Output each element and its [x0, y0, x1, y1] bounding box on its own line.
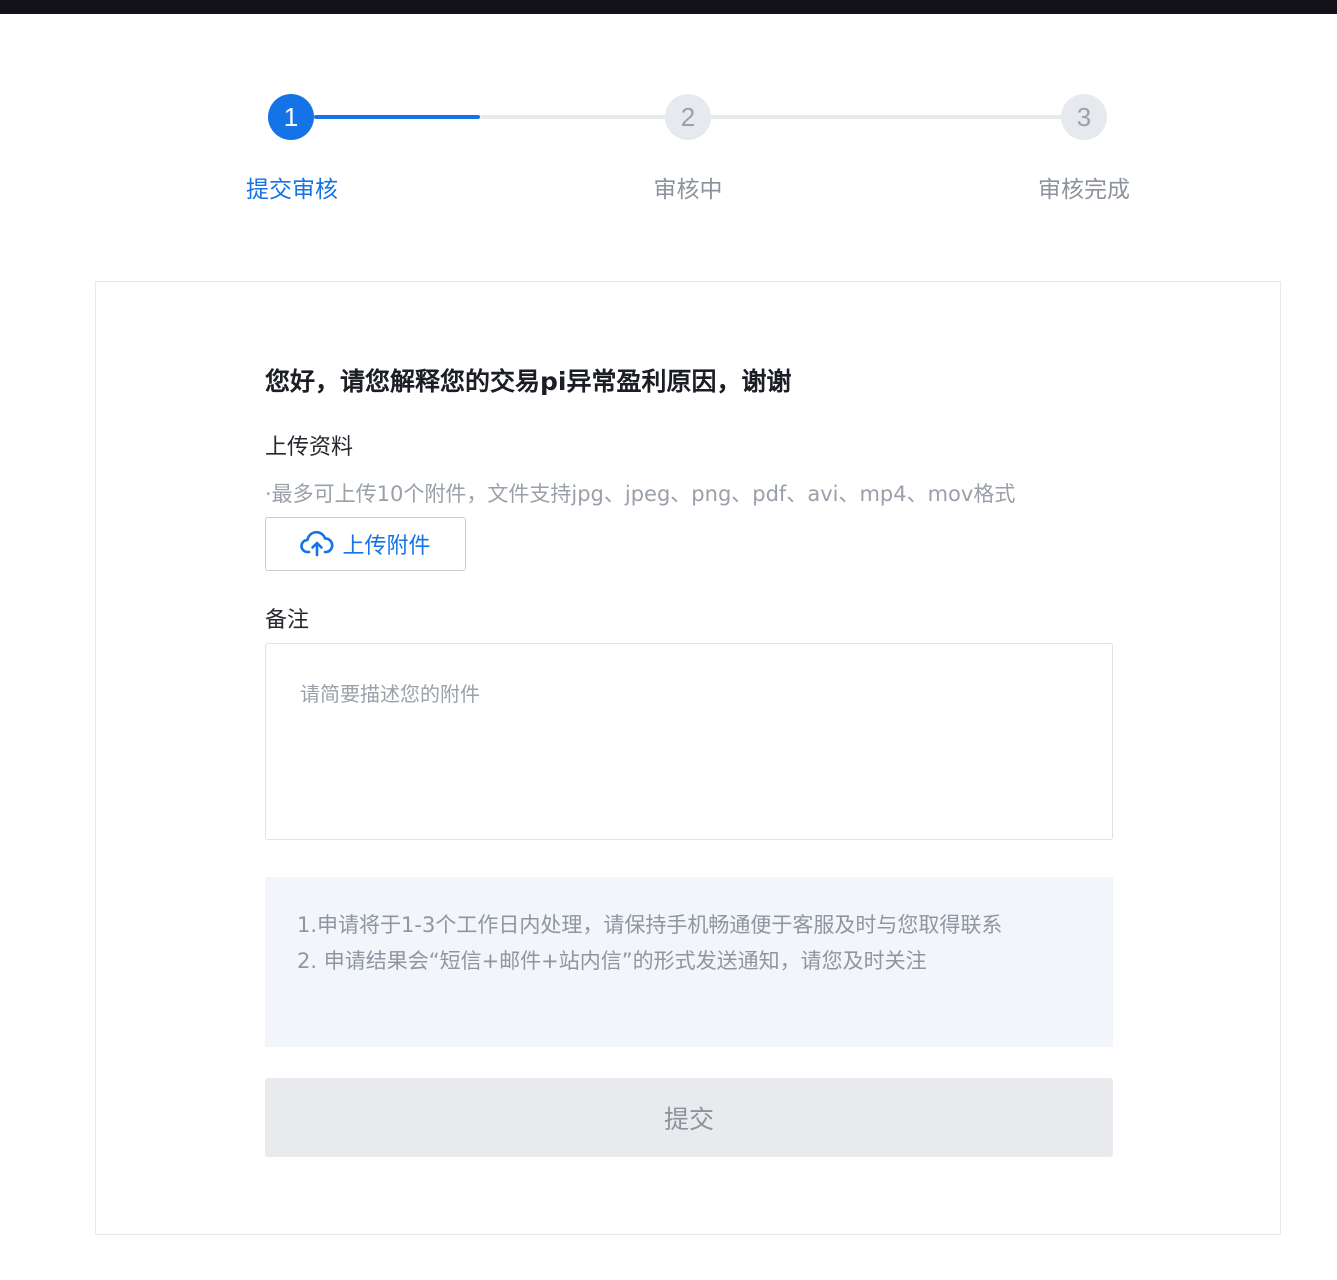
- upload-button-label: 上传附件: [342, 534, 431, 559]
- step-3-label: 审核完成: [1038, 177, 1130, 203]
- step-1-circle: 1: [268, 94, 314, 140]
- step-2-label: 审核中: [653, 177, 723, 203]
- remark-label: 备注: [265, 608, 310, 633]
- cloud-upload-icon: [300, 530, 334, 557]
- notice-line-1: 1.申请将于1-3个工作日内处理，请保持手机畅通便于客服及时与您取得联系: [297, 913, 1003, 937]
- upload-section-label: 上传资料: [265, 435, 354, 460]
- remark-input[interactable]: [265, 643, 1113, 840]
- step-connector-active: [314, 115, 480, 119]
- step-connector-inactive: [710, 115, 1062, 119]
- upload-attachment-button[interactable]: 上传附件: [265, 517, 466, 571]
- progress-steps: 1 2 3 提交审核 审核中 审核完成: [0, 0, 1337, 230]
- step-2-circle: 2: [665, 94, 711, 140]
- notice-box: 1.申请将于1-3个工作日内处理，请保持手机畅通便于客服及时与您取得联系 2. …: [265, 877, 1113, 1047]
- notice-line-2: 2. 申请结果会“短信+邮件+站内信”的形式发送通知，请您及时关注: [297, 949, 927, 973]
- upload-hint: ·最多可上传10个附件，文件支持jpg、jpeg、png、pdf、avi、mp4…: [265, 482, 1016, 506]
- step-1-label: 提交审核: [246, 177, 338, 203]
- step-connector-inactive: [480, 115, 666, 119]
- appeal-form-card: 您好，请您解释您的交易pi异常盈利原因，谢谢 上传资料 ·最多可上传10个附件，…: [95, 281, 1281, 1235]
- submit-button[interactable]: 提交: [265, 1078, 1113, 1157]
- form-title: 您好，请您解释您的交易pi异常盈利原因，谢谢: [265, 367, 792, 396]
- step-3-circle: 3: [1061, 94, 1107, 140]
